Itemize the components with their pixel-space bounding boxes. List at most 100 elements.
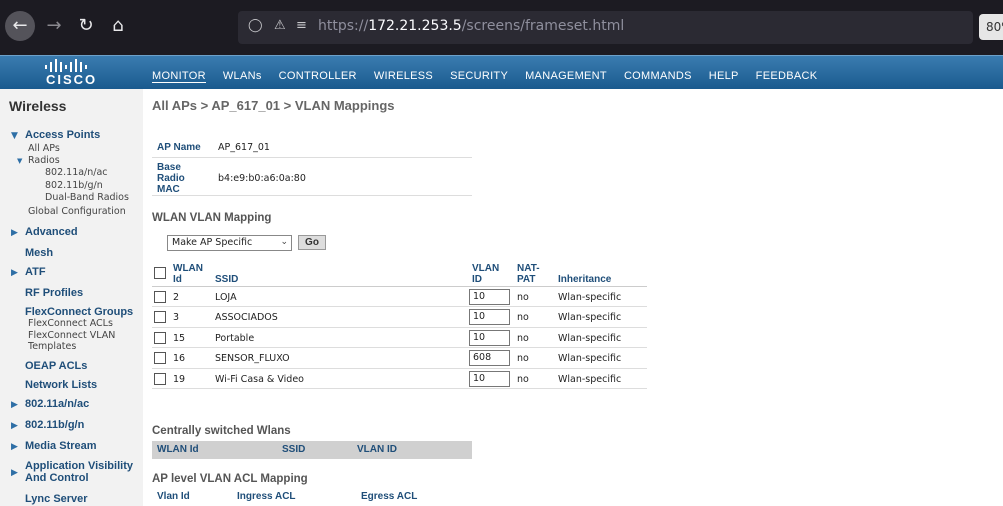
sidebar-item-all-aps[interactable]: All APs	[28, 143, 60, 154]
menu-controller[interactable]: CONTROLLER	[279, 70, 357, 83]
sidebar-item-rf-profiles[interactable]: RF Profiles	[25, 287, 83, 299]
table-row: 3 ASSOCIADOS 10 no Wlan-specific	[152, 307, 647, 328]
header-ingress-acl: Ingress ACL	[237, 491, 296, 502]
page-title: All APs > AP_617_01 > VLAN Mappings	[152, 98, 395, 113]
wlan-id: 16	[173, 353, 186, 365]
url-text[interactable]: https://172.21.253.5/screens/frameset.ht…	[318, 18, 624, 34]
chevron-down-icon: ⌄	[280, 237, 288, 247]
sidebar: Wireless ▼ Access Points All APs ▼ Radio…	[0, 89, 143, 506]
sidebar-item-oeap-acls[interactable]: OEAP ACLs	[25, 360, 87, 372]
menu-help[interactable]: HELP	[709, 70, 739, 83]
menu-wlans[interactable]: WLANs	[223, 70, 262, 83]
sidebar-item-media-stream[interactable]: Media Stream	[25, 440, 97, 452]
vlan-id-input[interactable]: 10	[469, 289, 510, 305]
collapsed-triangle-icon[interactable]: ▶	[11, 268, 18, 278]
cisco-logo-text: CISCO	[46, 72, 98, 87]
sidebar-item-app-visibility[interactable]: Application Visibility	[25, 460, 133, 472]
reload-icon[interactable]: ↻	[71, 11, 101, 41]
sidebar-item-flexconnect-acls[interactable]: FlexConnect ACLs	[28, 318, 113, 329]
back-icon[interactable]: ←	[5, 11, 35, 41]
zoom-level[interactable]: 80%	[979, 14, 1003, 40]
sidebar-item-app-visibility-control[interactable]: And Control	[25, 472, 89, 484]
collapsed-triangle-icon[interactable]: ▶	[11, 442, 18, 452]
base-mac-value: b4:e9:b0:a6:0a:80	[218, 173, 306, 184]
sidebar-item-flexconnect-vlan-templates[interactable]: Templates	[28, 341, 76, 352]
expanded-triangle-icon[interactable]: ▼	[17, 157, 22, 165]
nat-pat: no	[517, 332, 529, 344]
sidebar-item-dual-band[interactable]: Dual-Band Radios	[45, 192, 129, 203]
central-switched-header: WLAN Id SSID VLAN ID	[152, 441, 472, 459]
home-icon[interactable]: ⌂	[103, 11, 133, 41]
sidebar-item-80211a[interactable]: 802.11a/n/ac	[25, 398, 89, 410]
forward-icon[interactable]: →	[39, 11, 69, 41]
wlan-id: 2	[173, 292, 180, 303]
browser-toolbar: ← → ↻ ⌂ ◯ ⚠ ≡ https://172.21.253.5/scree…	[0, 0, 1003, 55]
row-checkbox[interactable]	[154, 331, 166, 344]
header-nat-pat: NAT- PAT	[517, 263, 540, 285]
inheritance: Wlan-specific	[558, 332, 622, 344]
sidebar-item-access-points[interactable]: Access Points	[25, 129, 100, 141]
row-checkbox[interactable]	[154, 372, 166, 385]
table-row: 16 SENSOR_FLUXO 608 no Wlan-specific	[152, 348, 647, 369]
sidebar-item-80211b[interactable]: 802.11b/g/n	[25, 419, 84, 431]
collapsed-triangle-icon[interactable]: ▶	[11, 400, 18, 410]
header-egress-acl: Egress ACL	[361, 491, 418, 502]
menu-management[interactable]: MANAGEMENT	[525, 70, 607, 83]
sidebar-title: Wireless	[9, 98, 67, 114]
inheritance: Wlan-specific	[558, 353, 622, 365]
menu-commands[interactable]: COMMANDS	[624, 70, 692, 83]
collapsed-triangle-icon[interactable]: ▶	[11, 228, 18, 238]
go-button[interactable]: Go	[298, 235, 326, 250]
insecure-lock-icon[interactable]: ⚠	[274, 18, 286, 33]
collapsed-triangle-icon[interactable]: ▶	[11, 468, 18, 478]
base-mac-row: Base Radio MAC b4:e9:b0:a6:0a:80	[152, 158, 472, 196]
vlan-id-input[interactable]: 10	[469, 309, 510, 326]
menu-security[interactable]: SECURITY	[450, 70, 508, 83]
main-menu: MONITOR WLANs CONTROLLER WIRELESS SECURI…	[152, 70, 834, 83]
header-wlan-id: WLAN Id	[173, 263, 203, 285]
sidebar-item-radio-a[interactable]: 802.11a/n/ac	[45, 167, 108, 178]
collapsed-triangle-icon[interactable]: ▶	[11, 421, 18, 431]
sidebar-item-flexconnect-vlan[interactable]: FlexConnect VLAN	[28, 330, 115, 341]
central-switched-title: Centrally switched Wlans	[152, 425, 291, 437]
vlan-id-input[interactable]: 10	[469, 370, 510, 387]
row-checkbox[interactable]	[154, 352, 166, 365]
wlan-id: 3	[173, 312, 180, 324]
address-bar[interactable]: ◯ ⚠ ≡ https://172.21.253.5/screens/frame…	[238, 11, 973, 44]
sidebar-item-global-config[interactable]: Global Configuration	[28, 206, 126, 217]
sidebar-item-mesh[interactable]: Mesh	[25, 247, 53, 259]
wlan-vlan-mapping-title: WLAN VLAN Mapping	[152, 212, 272, 224]
ssid: Wi-Fi Casa & Video	[215, 373, 304, 385]
menu-monitor[interactable]: MONITOR	[152, 70, 206, 83]
sidebar-item-flexconnect-groups[interactable]: FlexConnect Groups	[25, 306, 133, 318]
inheritance: Wlan-specific	[558, 373, 622, 385]
sidebar-item-atf[interactable]: ATF	[25, 266, 46, 278]
sidebar-item-lync-server[interactable]: Lync Server	[25, 493, 88, 505]
expanded-triangle-icon[interactable]: ▼	[11, 131, 18, 141]
header-vlan-id: VLAN ID	[472, 263, 500, 285]
sidebar-item-advanced[interactable]: Advanced	[25, 226, 78, 238]
menu-feedback[interactable]: FEEDBACK	[756, 70, 818, 83]
header-vlan-id: VLAN ID	[357, 444, 397, 455]
nat-pat: no	[517, 373, 529, 385]
menu-wireless[interactable]: WIRELESS	[374, 70, 433, 83]
acl-mapping-title: AP level VLAN ACL Mapping	[152, 473, 308, 485]
shield-icon[interactable]: ◯	[248, 18, 263, 33]
sidebar-item-radios[interactable]: Radios	[28, 155, 60, 166]
sidebar-item-radio-b[interactable]: 802.11b/g/n	[45, 180, 103, 191]
app-header: CISCO MONITOR WLANs CONTROLLER WIRELESS …	[0, 55, 1003, 89]
ap-name-value: AP_617_01	[218, 142, 270, 153]
main-content: All APs > AP_617_01 > VLAN Mappings AP N…	[143, 89, 1003, 506]
ssid: ASSOCIADOS	[215, 312, 278, 324]
row-checkbox[interactable]	[154, 311, 166, 324]
sidebar-item-network-lists[interactable]: Network Lists	[25, 379, 97, 391]
ap-info-table: AP Name AP_617_01 Base Radio MAC b4:e9:b0:…	[152, 136, 472, 196]
vlan-id-input[interactable]: 608	[469, 350, 510, 367]
table-row: 15 Portable 10 no Wlan-specific	[152, 328, 647, 349]
select-all-checkbox[interactable]	[154, 267, 166, 279]
mapping-mode-select[interactable]: Make AP Specific ⌄	[167, 235, 292, 251]
permissions-icon[interactable]: ≡	[296, 18, 307, 33]
row-checkbox[interactable]	[154, 291, 166, 303]
ap-name-label: AP Name	[157, 142, 201, 153]
vlan-id-input[interactable]: 10	[469, 329, 510, 346]
